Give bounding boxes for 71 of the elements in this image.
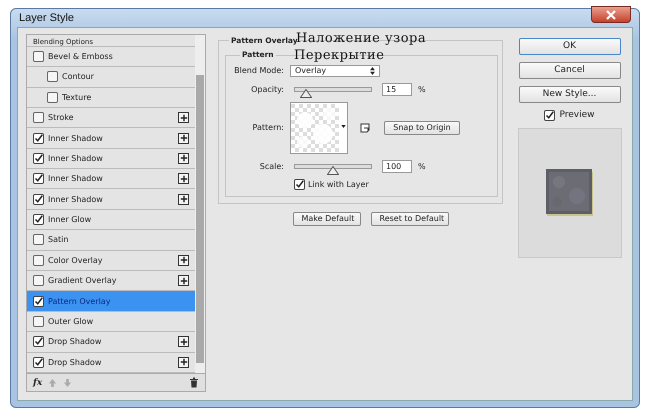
effect-list-item[interactable]: Stroke (27, 108, 195, 128)
slider-thumb[interactable] (327, 166, 339, 175)
checkbox[interactable] (33, 152, 44, 164)
ok-button[interactable]: OK (518, 38, 620, 55)
unit-label: % (418, 84, 426, 94)
effect-list-item[interactable]: Outer Glow (27, 312, 195, 332)
field-label: Opacity: (250, 84, 284, 94)
effect-list-item[interactable]: Inner Shadow (27, 169, 195, 190)
checkbox[interactable] (33, 173, 44, 184)
checkbox[interactable] (544, 110, 556, 121)
effect-list-item[interactable]: Inner Glow (27, 210, 195, 230)
checkbox[interactable] (33, 112, 44, 124)
effect-list-item[interactable]: Inner Shadow (27, 128, 195, 149)
checkbox[interactable] (33, 132, 44, 144)
effect-list-item[interactable]: Color Overlay (27, 250, 195, 272)
checkbox[interactable] (47, 92, 58, 103)
new-preset-icon[interactable] (360, 122, 370, 133)
field-label: Pattern: (252, 123, 284, 132)
close-icon (605, 10, 617, 20)
add-icon[interactable] (178, 132, 189, 144)
checkbox-label: Preview (559, 110, 595, 120)
field-label: Blend Mode: (233, 66, 284, 76)
checkbox[interactable] (294, 178, 305, 190)
add-icon[interactable] (178, 275, 189, 286)
checkbox[interactable] (33, 336, 44, 348)
checkbox[interactable] (33, 214, 44, 226)
effect-list-item[interactable]: Contour (27, 67, 195, 88)
window-title: Layer Style (19, 12, 74, 24)
default-button[interactable]: Make Default (292, 212, 360, 226)
checkbox[interactable] (33, 275, 44, 286)
add-icon[interactable] (178, 112, 189, 124)
add-icon[interactable] (178, 173, 189, 184)
field-label: Scale: (258, 162, 284, 171)
add-icon[interactable] (178, 356, 189, 368)
effect-list-item[interactable]: Drop Shadow (27, 352, 195, 373)
new-style-button[interactable]: New Style... (518, 86, 620, 103)
checkbox[interactable] (33, 234, 44, 246)
unit-label: % (418, 162, 426, 171)
checkbox-label: Link with Layer (308, 180, 369, 189)
checkbox[interactable] (33, 194, 44, 205)
checkbox[interactable] (33, 296, 44, 307)
effect-list-item[interactable]: Texture (27, 88, 195, 108)
blend-mode-dropdown[interactable]: Overlay (290, 64, 380, 77)
dropdown-arrow-icon[interactable] (341, 124, 346, 128)
effect-list-item[interactable]: Inner Shadow (27, 189, 195, 210)
updown-icon (370, 66, 375, 75)
add-icon[interactable] (178, 152, 189, 164)
trash-icon[interactable] (189, 377, 199, 388)
checkbox[interactable] (33, 356, 44, 368)
effect-list-item[interactable]: Bevel & Emboss (27, 46, 195, 68)
snap-to-origin-button[interactable]: Snap to Origin (384, 120, 460, 135)
cancel-button[interactable]: Cancel (518, 62, 620, 79)
slider-thumb[interactable] (300, 88, 312, 98)
caption-text: Перекрытие (294, 48, 384, 63)
checkbox[interactable] (47, 71, 58, 82)
checkbox[interactable] (33, 316, 44, 328)
add-icon[interactable] (178, 254, 189, 266)
effect-list-item[interactable]: Satin (27, 230, 195, 251)
checkbox[interactable] (33, 50, 44, 62)
fx-button[interactable]: fx (33, 378, 42, 388)
add-icon[interactable] (178, 336, 189, 348)
close-button[interactable] (591, 6, 631, 24)
number-field[interactable]: 15 (382, 82, 412, 96)
effect-list-item[interactable]: Inner Shadow (27, 148, 195, 170)
number-field[interactable]: 100 (382, 160, 412, 173)
default-button[interactable]: Reset to Default (370, 212, 448, 226)
effect-list-item[interactable]: Gradient Overlay (27, 271, 195, 292)
effect-list-item[interactable]: Drop Shadow (27, 332, 195, 353)
add-icon[interactable] (178, 194, 189, 205)
checkbox[interactable] (33, 254, 44, 266)
effect-list-item[interactable]: Pattern Overlay (27, 291, 195, 312)
